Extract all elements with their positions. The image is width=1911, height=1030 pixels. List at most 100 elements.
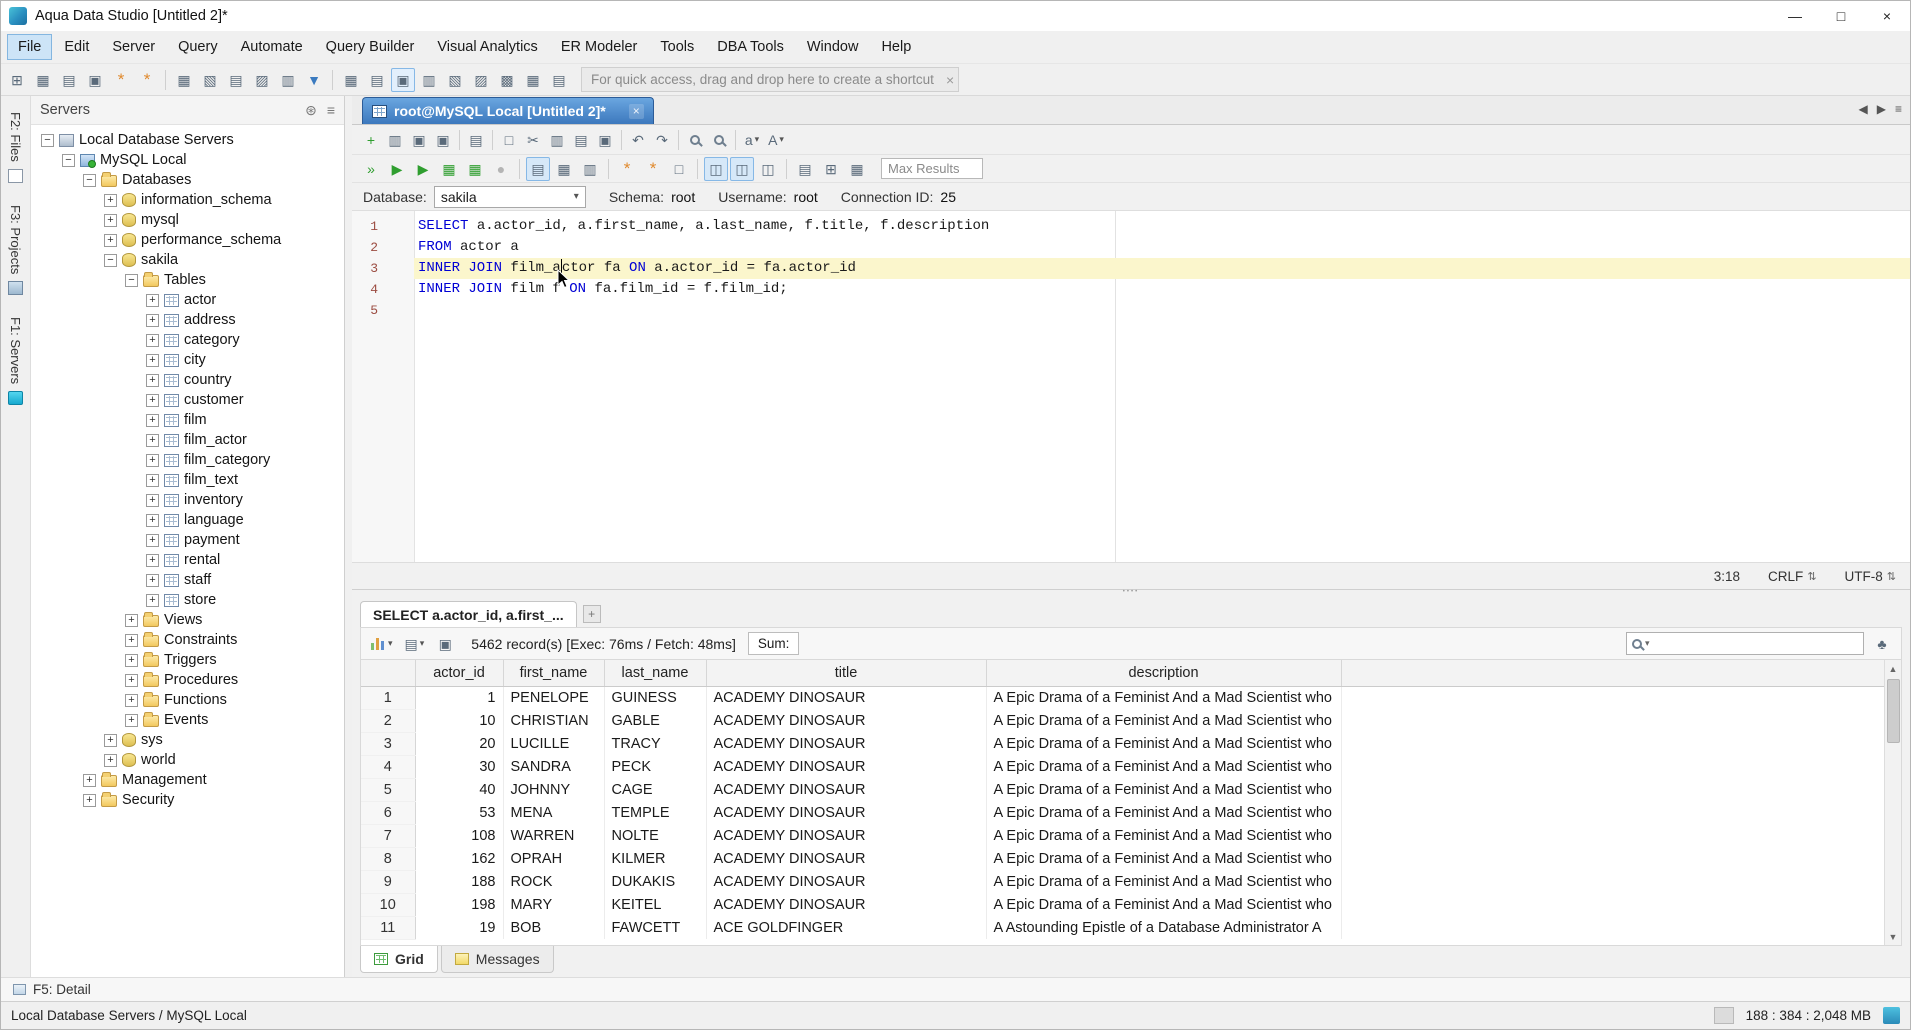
schema-browser-icon[interactable]: ▥ bbox=[276, 68, 300, 92]
tree-item-staff[interactable]: +staff bbox=[31, 570, 344, 590]
stop-execution-icon[interactable]: ● bbox=[489, 157, 513, 181]
tree-item-procedures[interactable]: +Procedures bbox=[31, 670, 344, 690]
find-icon[interactable] bbox=[683, 128, 707, 152]
cell-first-name[interactable]: MENA bbox=[503, 801, 604, 824]
expand-icon[interactable]: + bbox=[83, 794, 96, 807]
expand-icon[interactable]: + bbox=[146, 374, 159, 387]
cell-title[interactable]: ACADEMY DINOSAUR bbox=[706, 755, 986, 778]
scroll-up-icon[interactable]: ▲ bbox=[1885, 660, 1902, 677]
tree-item-databases[interactable]: −Databases bbox=[31, 170, 344, 190]
results-bottom-icon[interactable]: ◫ bbox=[704, 157, 728, 181]
expand-icon[interactable]: + bbox=[146, 354, 159, 367]
tree-item-sys[interactable]: +sys bbox=[31, 730, 344, 750]
select-region-icon[interactable]: □ bbox=[497, 128, 521, 152]
scroll-tabs-left-icon[interactable]: ◀ bbox=[1859, 102, 1868, 116]
tab-close-icon[interactable]: × bbox=[629, 104, 644, 119]
tree-item-inventory[interactable]: +inventory bbox=[31, 490, 344, 510]
cell-actor-id[interactable]: 10 bbox=[415, 709, 503, 732]
results-tab[interactable]: SELECT a.actor_id, a.first_... bbox=[360, 601, 577, 627]
pin-tab-icon[interactable]: + bbox=[583, 605, 601, 623]
view-tab-messages[interactable]: Messages bbox=[441, 946, 554, 973]
tree-item-payment[interactable]: +payment bbox=[31, 530, 344, 550]
table-row[interactable]: 8162OPRAHKILMERACADEMY DINOSAURA Epic Dr… bbox=[361, 847, 1901, 870]
menu-visual-analytics[interactable]: Visual Analytics bbox=[426, 34, 548, 60]
expand-icon[interactable]: + bbox=[146, 294, 159, 307]
help-tool-icon[interactable]: ▤ bbox=[547, 68, 571, 92]
cell-actor-id[interactable]: 20 bbox=[415, 732, 503, 755]
cell-first-name[interactable]: OPRAH bbox=[503, 847, 604, 870]
tree-item-security[interactable]: +Security bbox=[31, 790, 344, 810]
er-modeler-icon[interactable]: ▨ bbox=[250, 68, 274, 92]
table-row[interactable]: 320LUCILLETRACYACADEMY DINOSAURA Epic Dr… bbox=[361, 732, 1901, 755]
grid-results-icon[interactable]: ▦ bbox=[552, 157, 576, 181]
results-right-icon[interactable]: ◫ bbox=[730, 157, 754, 181]
cell-first-name[interactable]: CHRISTIAN bbox=[503, 709, 604, 732]
scroll-down-icon[interactable]: ▼ bbox=[1885, 928, 1902, 945]
fluidshell-wand-icon[interactable]: * bbox=[109, 68, 133, 92]
minimize-button[interactable]: — bbox=[1772, 1, 1818, 31]
cell-last-name[interactable]: KILMER bbox=[604, 847, 706, 870]
table-data-editor-icon[interactable]: ▤ bbox=[224, 68, 248, 92]
font-larger-icon[interactable]: A▾ bbox=[764, 128, 788, 152]
tree-item-functions[interactable]: +Functions bbox=[31, 690, 344, 710]
expand-icon[interactable]: + bbox=[104, 214, 117, 227]
cell-description[interactable]: A Epic Drama of a Feminist And a Mad Sci… bbox=[986, 709, 1341, 732]
expand-icon[interactable]: + bbox=[146, 454, 159, 467]
cell-description[interactable]: A Epic Drama of a Feminist And a Mad Sci… bbox=[986, 824, 1341, 847]
expand-icon[interactable]: + bbox=[146, 434, 159, 447]
execute-batch-icon[interactable]: ▦ bbox=[463, 157, 487, 181]
row-number[interactable]: 6 bbox=[361, 801, 415, 824]
search-input[interactable] bbox=[1653, 636, 1858, 651]
tree-item-performance-schema[interactable]: +performance_schema bbox=[31, 230, 344, 250]
query-analyzer-icon[interactable]: ▦ bbox=[172, 68, 196, 92]
results-search-box[interactable]: ▾ bbox=[1626, 632, 1864, 655]
export-results-icon[interactable]: ▤ bbox=[793, 157, 817, 181]
cell-actor-id[interactable]: 40 bbox=[415, 778, 503, 801]
expand-icon[interactable]: + bbox=[125, 654, 138, 667]
tree-item-events[interactable]: +Events bbox=[31, 710, 344, 730]
tab-list-icon[interactable]: ≡ bbox=[1895, 102, 1902, 116]
dock-tab-f1-servers[interactable]: F1: Servers bbox=[8, 317, 23, 405]
find-replace-icon[interactable] bbox=[707, 128, 731, 152]
cell-first-name[interactable]: SANDRA bbox=[503, 755, 604, 778]
panel-menu-icon[interactable]: ≡ bbox=[327, 102, 335, 119]
table-row[interactable]: 9188ROCKDUKAKISACADEMY DINOSAURA Epic Dr… bbox=[361, 870, 1901, 893]
menu-server[interactable]: Server bbox=[101, 34, 166, 60]
attach-database-icon[interactable]: ⊞ bbox=[819, 157, 843, 181]
row-number[interactable]: 9 bbox=[361, 870, 415, 893]
open-file-icon[interactable]: ▥ bbox=[383, 128, 407, 152]
tab-query-window[interactable]: root@MySQL Local [Untitled 2]* × bbox=[362, 97, 654, 124]
tree-item-customer[interactable]: +customer bbox=[31, 390, 344, 410]
tree-item-views[interactable]: +Views bbox=[31, 610, 344, 630]
menu-edit[interactable]: Edit bbox=[53, 34, 100, 60]
cell-actor-id[interactable]: 19 bbox=[415, 916, 503, 939]
expand-icon[interactable]: + bbox=[146, 334, 159, 347]
cell-title[interactable]: ACADEMY DINOSAUR bbox=[706, 824, 986, 847]
sql-editor[interactable]: 1SELECT a.actor_id, a.first_name, a.last… bbox=[352, 211, 1910, 562]
tree-item-film[interactable]: +film bbox=[31, 410, 344, 430]
execute-script-icon[interactable]: ▦ bbox=[437, 157, 461, 181]
version-control-icon[interactable]: ▼ bbox=[302, 68, 326, 92]
menu-file[interactable]: File bbox=[7, 34, 52, 60]
collapse-icon[interactable]: − bbox=[41, 134, 54, 147]
tree-item-film-text[interactable]: +film_text bbox=[31, 470, 344, 490]
table-row[interactable]: 1119BOBFAWCETTACE GOLDFINGERA Astounding… bbox=[361, 916, 1901, 939]
tree-item-tables[interactable]: −Tables bbox=[31, 270, 344, 290]
chart-results-button[interactable]: ▾ bbox=[368, 632, 396, 656]
editor-line-4[interactable]: 4INNER JOIN film f ON fa.film_id = f.fil… bbox=[352, 279, 1910, 300]
tree-item-address[interactable]: +address bbox=[31, 310, 344, 330]
expand-icon[interactable]: + bbox=[125, 634, 138, 647]
tree-item-language[interactable]: +language bbox=[31, 510, 344, 530]
export-tool-icon[interactable]: ▧ bbox=[443, 68, 467, 92]
cell-actor-id[interactable]: 53 bbox=[415, 801, 503, 824]
menu-query-builder[interactable]: Query Builder bbox=[315, 34, 426, 60]
print-icon[interactable]: ▤ bbox=[464, 128, 488, 152]
cell-title[interactable]: ACADEMY DINOSAUR bbox=[706, 847, 986, 870]
collapse-icon[interactable]: − bbox=[62, 154, 75, 167]
row-number[interactable]: 10 bbox=[361, 893, 415, 916]
uppercase-icon[interactable]: * bbox=[641, 157, 665, 181]
quick-access-close-icon[interactable]: × bbox=[946, 72, 954, 88]
expand-icon[interactable]: + bbox=[125, 694, 138, 707]
cell-title[interactable]: ACADEMY DINOSAUR bbox=[706, 801, 986, 824]
column-header-last-name[interactable]: last_name bbox=[604, 660, 706, 686]
